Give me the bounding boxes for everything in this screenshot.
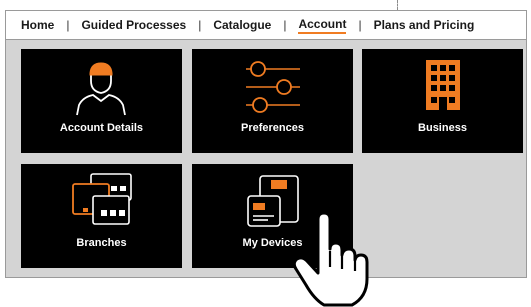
nav-item-account[interactable]: Account — [298, 17, 347, 34]
tile-label: Account Details — [59, 122, 144, 134]
hand-cursor-icon — [292, 213, 369, 307]
nav-item-guided-processes[interactable]: Guided Processes — [81, 18, 186, 32]
tile-label: Preferences — [241, 122, 304, 134]
business-tile[interactable]: Business — [362, 49, 523, 153]
tile-label: Branches — [76, 237, 127, 249]
preferences-tile[interactable]: Preferences — [192, 49, 353, 153]
building-icon — [426, 60, 460, 110]
nav-separator: | — [358, 18, 362, 32]
dashed-connector-line — [397, 0, 398, 10]
tile-label: Business — [418, 122, 467, 134]
user-icon — [76, 62, 126, 116]
branches-icon — [72, 173, 132, 225]
nav-item-home[interactable]: Home — [21, 18, 54, 32]
top-navigation: Home | Guided Processes | Catalogue | Ac… — [6, 11, 526, 40]
account-panel: Home | Guided Processes | Catalogue | Ac… — [5, 10, 527, 278]
nav-separator: | — [283, 18, 287, 32]
branches-tile[interactable]: Branches — [21, 164, 182, 268]
sliders-icon — [246, 61, 300, 113]
nav-item-catalogue[interactable]: Catalogue — [213, 18, 271, 32]
nav-separator: | — [198, 18, 202, 32]
nav-item-plans-and-pricing[interactable]: Plans and Pricing — [374, 18, 475, 32]
nav-separator: | — [66, 18, 70, 32]
account-details-tile[interactable]: Account Details — [21, 49, 182, 153]
